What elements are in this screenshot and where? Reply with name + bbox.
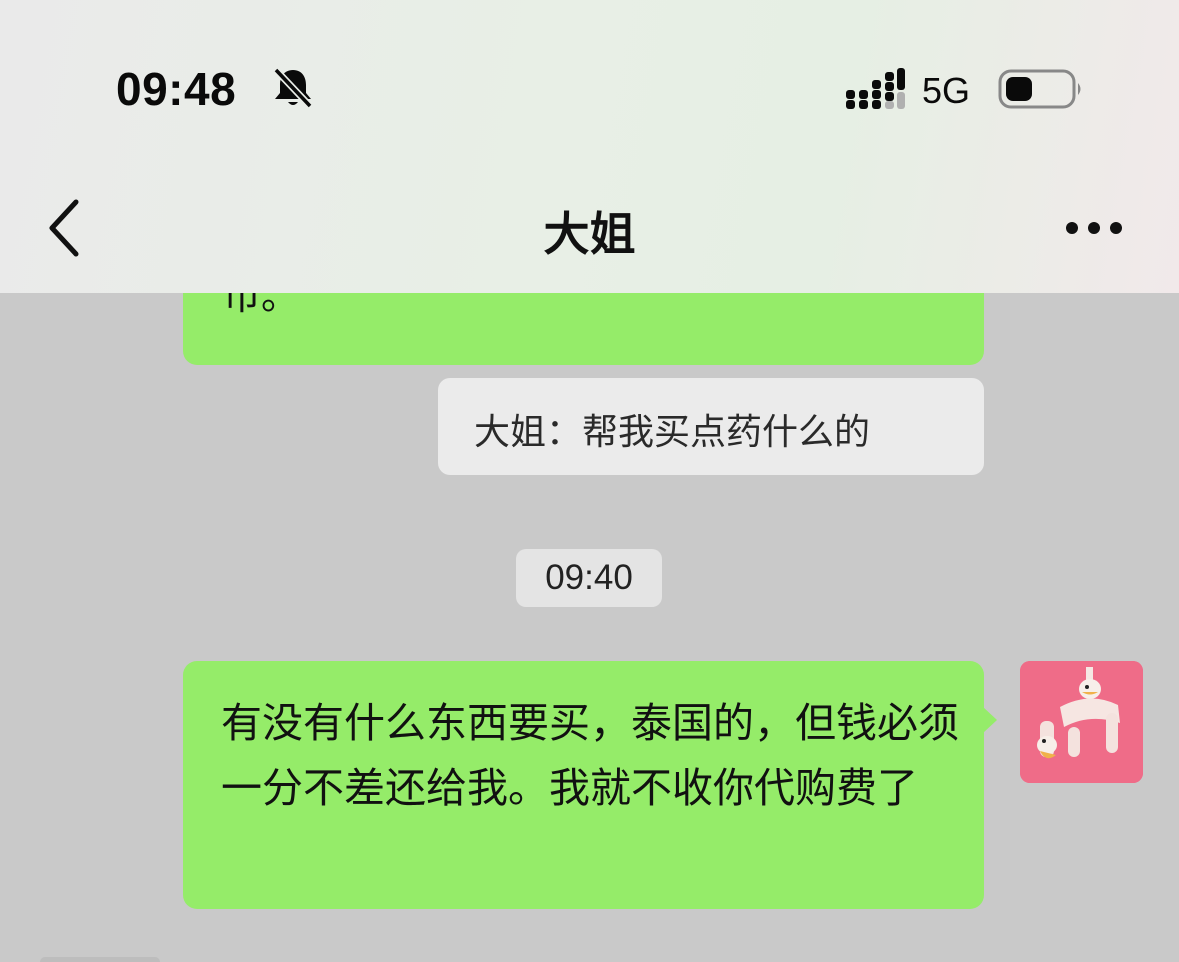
bubble-tail	[983, 707, 997, 733]
message-text: 币。	[223, 293, 300, 318]
avatar-figure-icon	[1020, 661, 1143, 783]
message-bubble[interactable]: 有没有什么东西要买，泰国的，但钱必须一分不差还给我。我就不收你代购费了	[183, 661, 997, 909]
chat-area[interactable]: 币。 大姐：帮我买点药什么的 09:40 有没有什么东西要买，泰国的，但钱必须一…	[0, 293, 1179, 962]
ellipsis-icon[interactable]	[1062, 208, 1126, 248]
quoted-message-text: 大姐：帮我买点药什么的	[474, 412, 871, 453]
message-text: 有没有什么东西要买，泰国的，但钱必须一分不差还给我。我就不收你代购费了	[221, 699, 959, 812]
bell-muted-icon	[273, 67, 313, 109]
next-message-hint	[40, 957, 160, 962]
message-timestamp: 09:40	[516, 549, 662, 607]
avatar[interactable]	[1020, 661, 1143, 783]
top-header: 09:48 5G 大姐	[0, 0, 1179, 293]
network-label: 5G	[922, 70, 971, 111]
battery-icon	[998, 69, 1081, 109]
chat-title: 大姐	[543, 207, 636, 261]
status-time: 09:48	[116, 63, 237, 115]
message-bubble-partial[interactable]: 币。	[183, 293, 984, 365]
quoted-message[interactable]: 大姐：帮我买点药什么的	[438, 378, 984, 475]
signal-icon	[846, 68, 905, 109]
